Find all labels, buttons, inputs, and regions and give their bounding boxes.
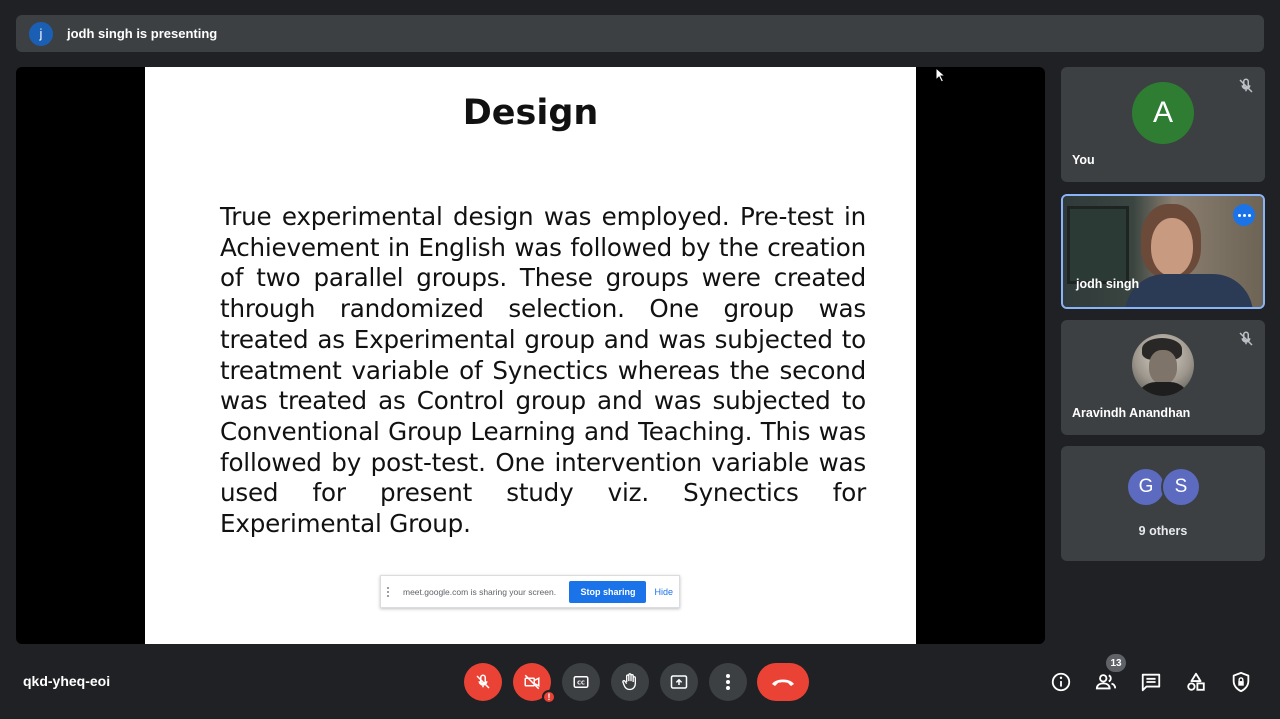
shared-slide: Design True experimental design was empl…: [145, 67, 916, 644]
participant-count-badge: 13: [1106, 654, 1126, 672]
participant-name: Aravindh Anandhan: [1072, 406, 1191, 420]
hang-up-icon: [772, 679, 794, 686]
captions-icon: CC: [573, 676, 589, 688]
meeting-details-button[interactable]: [1047, 668, 1075, 696]
participant-tile-others[interactable]: G S 9 others: [1061, 446, 1265, 561]
share-notice-text: meet.google.com is sharing your screen.: [403, 586, 557, 597]
activities-button[interactable]: [1182, 668, 1210, 696]
mic-off-icon: [1237, 330, 1255, 348]
mic-toggle-button[interactable]: [464, 663, 502, 701]
mic-off-icon: [1237, 77, 1255, 95]
shield-lock-icon: [1232, 671, 1250, 693]
bottom-control-bar: qkd-yheq-eoi ! CC 13: [0, 648, 1280, 719]
participant-tile-jodh-singh[interactable]: jodh singh: [1061, 194, 1265, 309]
meeting-code: qkd-yheq-eoi: [23, 673, 111, 689]
captions-button[interactable]: CC: [562, 663, 600, 701]
participant-name: jodh singh: [1076, 277, 1140, 291]
avatar: A: [1132, 82, 1194, 144]
more-vert-icon: [726, 674, 730, 690]
chat-button[interactable]: [1137, 668, 1165, 696]
camera-off-icon: [524, 674, 540, 690]
presenting-text: jodh singh is presenting: [67, 26, 218, 41]
leave-call-button[interactable]: [757, 663, 809, 701]
info-icon: [1051, 672, 1071, 692]
people-icon: [1095, 674, 1117, 690]
participant-name: You: [1072, 153, 1095, 167]
more-options-button[interactable]: [709, 663, 747, 701]
avatar: [1132, 334, 1194, 396]
participant-tile-you[interactable]: A You: [1061, 67, 1265, 182]
camera-toggle-button[interactable]: !: [513, 663, 556, 704]
present-screen-button[interactable]: [660, 663, 698, 701]
presenter-avatar: j: [29, 21, 53, 46]
warning-badge: !: [542, 690, 556, 704]
participant-tile-aravindh[interactable]: Aravindh Anandhan: [1061, 320, 1265, 435]
presenting-bar: j jodh singh is presenting: [16, 15, 1264, 52]
avatar: G: [1126, 467, 1166, 507]
mic-off-icon: [476, 674, 490, 689]
present-icon: [670, 675, 688, 689]
cursor-icon: [935, 66, 947, 88]
raise-hand-button[interactable]: [611, 663, 649, 701]
slide-body: True experimental design was employed. P…: [220, 202, 866, 539]
host-controls-button[interactable]: [1227, 668, 1255, 696]
hide-link[interactable]: Hide: [654, 587, 673, 597]
more-options-button[interactable]: [1233, 204, 1255, 226]
video-person-face: [1151, 218, 1193, 276]
video-person-body: [1125, 274, 1253, 307]
activities-icon: [1187, 672, 1205, 691]
drag-handle-icon[interactable]: [387, 586, 393, 597]
screen-share-notice: meet.google.com is sharing your screen. …: [380, 575, 680, 608]
svg-text:CC: CC: [577, 681, 585, 687]
others-count-label: 9 others: [1138, 524, 1188, 538]
slide-title: Design: [462, 93, 599, 133]
video-background-board: [1067, 206, 1129, 284]
stop-sharing-button[interactable]: Stop sharing: [569, 580, 647, 603]
hand-icon: [622, 673, 636, 691]
people-button[interactable]: [1092, 668, 1120, 696]
avatar: S: [1161, 467, 1201, 507]
presentation-stage: Design True experimental design was empl…: [16, 67, 1045, 644]
chat-icon: [1141, 673, 1161, 692]
